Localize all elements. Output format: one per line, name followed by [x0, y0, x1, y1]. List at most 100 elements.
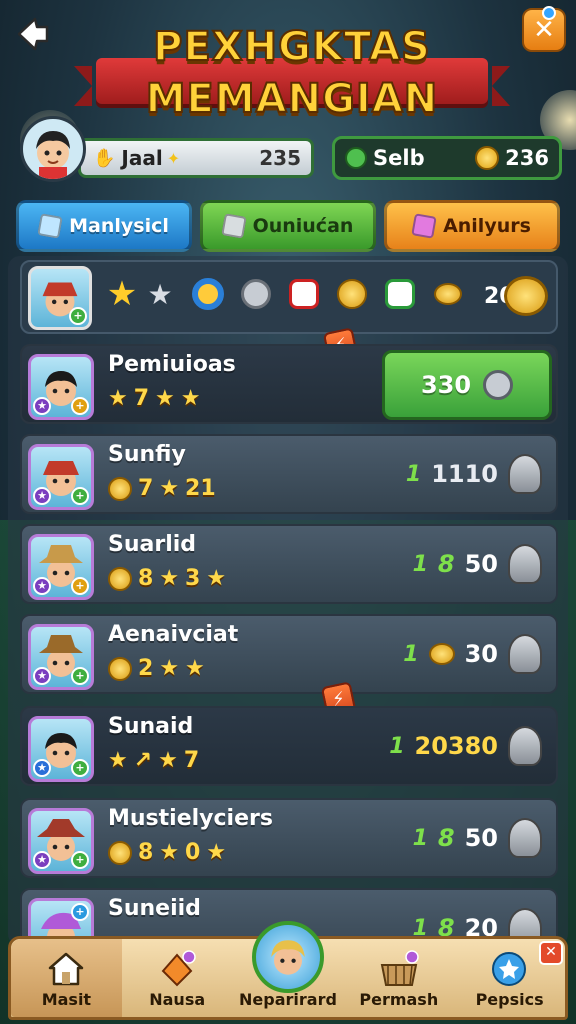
level-badge-icon: ★	[33, 759, 51, 777]
trophy-icon	[508, 544, 542, 584]
silver-star-icon: ★	[147, 277, 173, 311]
player-stats: 7 ★ 21	[108, 476, 216, 501]
avatar: ★ +	[28, 624, 94, 690]
plus-badge-icon: +	[69, 307, 87, 325]
character-face-icon	[36, 131, 70, 179]
player-name: Suneiid	[108, 896, 201, 921]
avatar: ★ +	[28, 716, 94, 782]
nav-home[interactable]: Masit	[11, 939, 122, 1017]
cube-icon	[411, 213, 437, 239]
dice-green-icon	[382, 276, 418, 312]
cube-icon	[220, 213, 247, 239]
back-arrow-icon	[17, 17, 49, 51]
gold-star-icon: ★	[106, 274, 138, 314]
list-item[interactable]: ★ + Pemiuioas ★ 7 ★ ★ 330	[20, 344, 558, 424]
plus-badge-icon: +	[71, 903, 89, 921]
arrow-icon: ↗	[133, 748, 153, 773]
currency-label: Selb	[373, 146, 425, 170]
stat-value: 8	[138, 840, 154, 865]
player-name: Mustielyciers	[108, 806, 273, 831]
clover-icon	[345, 147, 367, 169]
avatar[interactable]: +	[28, 266, 92, 330]
reward-items: ★ ★	[104, 274, 466, 314]
page-title-line-1: PEXHGKTAS	[152, 23, 431, 71]
tab-label: Anilyurs	[443, 215, 531, 237]
avatar: ★ +	[28, 354, 94, 420]
plus-badge-icon: +	[71, 851, 89, 869]
level-badge-icon: ★	[33, 487, 51, 505]
star-icon: ★	[206, 840, 227, 865]
coin-icon	[108, 840, 132, 865]
avatar: ★ +	[28, 444, 94, 510]
score-value: 1110	[431, 460, 498, 488]
coin-icon	[430, 276, 466, 312]
row-score: 1 20380	[389, 726, 542, 766]
level-badge-icon: ★	[33, 851, 51, 869]
plus-badge-icon: +	[71, 577, 89, 595]
home-icon	[44, 947, 88, 991]
score-value: 50	[464, 824, 498, 852]
stat-value: 7	[138, 476, 154, 501]
claim-value: 330	[420, 371, 472, 399]
nav-permash[interactable]: Permash	[343, 939, 454, 1017]
nav-nausa[interactable]: Nausa	[122, 939, 233, 1017]
list-item[interactable]: ★ + Mustielyciers 8 ★ 0 ★ 1 8 50	[20, 798, 558, 878]
stat-value: 8	[138, 566, 154, 591]
nav-label: Permash	[359, 990, 439, 1009]
nav-character[interactable]: Neparirard	[233, 921, 344, 1017]
player-name-box: ✋ Jaal ✦ 235	[78, 138, 314, 178]
player-avatar[interactable]	[20, 116, 86, 182]
list-item[interactable]: ★ + Sunfiy 7 ★ 21 1 1110	[20, 434, 558, 514]
tab-label: Manlysicl	[69, 215, 169, 237]
coin-icon	[428, 643, 455, 665]
stat-value: 7	[133, 386, 150, 411]
close-icon[interactable]: ✕	[538, 941, 563, 965]
tab-anilyurs[interactable]: Anilyurs	[384, 200, 560, 252]
list-item[interactable]: ★ + Aenaivciat 2 ★ ★ 1 30	[20, 614, 558, 694]
rank-number: 1	[405, 461, 422, 487]
star-icon: ★	[159, 840, 180, 865]
dice-red-icon	[286, 276, 322, 312]
bottom-navigation: Masit Nausa Neparirard Permash Pepsics ✕	[8, 921, 568, 1020]
trophy-icon	[508, 634, 542, 674]
rank-number: 1	[412, 551, 428, 577]
coin-icon	[108, 566, 132, 591]
player-name: Sunfiy	[108, 442, 186, 467]
stat-value: 21	[185, 476, 216, 501]
claim-button[interactable]: 330	[382, 350, 552, 420]
row-score: 1 1110	[406, 454, 542, 494]
player-name: Sunaid	[108, 714, 194, 739]
star-icon: ★	[159, 476, 180, 501]
plus-badge-icon: +	[71, 667, 89, 685]
row-score: 1 8 50	[413, 818, 542, 858]
stat-value: 3	[185, 566, 201, 591]
currency-amount: 236	[505, 146, 549, 170]
tab-manlysicl[interactable]: Manlysicl	[16, 200, 192, 252]
avatar: ★ +	[28, 808, 94, 874]
list-item[interactable]: ★ + Sunaid ★ ↗ ★ 7 1 20380	[20, 706, 558, 786]
star-icon: ★	[206, 566, 227, 591]
nav-label: Pepsics	[475, 990, 544, 1009]
avatar: ★ +	[28, 534, 94, 600]
player-stats: 8 ★ 3 ★	[108, 566, 226, 591]
back-button[interactable]	[12, 14, 52, 54]
trophy-icon	[508, 818, 542, 858]
nav-pepsics[interactable]: Pepsics ✕	[454, 939, 565, 1017]
player-stats: ★ 7 ★ ★	[108, 386, 201, 411]
chat-bubble-icon	[488, 947, 532, 991]
tab-ouniucan[interactable]: Ouniućan	[200, 200, 376, 252]
star-icon: ★	[108, 386, 128, 411]
title-banner: PEXHGKTAS MEMANGIAN	[74, 22, 510, 132]
notification-dot	[542, 6, 556, 20]
gem-bag-icon	[155, 947, 199, 991]
character-portrait-icon	[251, 921, 324, 993]
coin-ring-icon	[190, 276, 226, 312]
close-button[interactable]: ✕	[522, 6, 566, 52]
plus-badge-icon: +	[71, 759, 89, 777]
level-badge-icon: ★	[33, 397, 51, 415]
stat-value: 7	[183, 748, 200, 773]
list-item[interactable]: ★ + Suarlid 8 ★ 3 ★ 1 8 50	[20, 524, 558, 604]
category-tabs: Manlysicl Ouniućan Anilyurs	[16, 200, 560, 252]
silver-coin-icon	[238, 276, 274, 312]
coin-stack-icon	[504, 276, 548, 316]
